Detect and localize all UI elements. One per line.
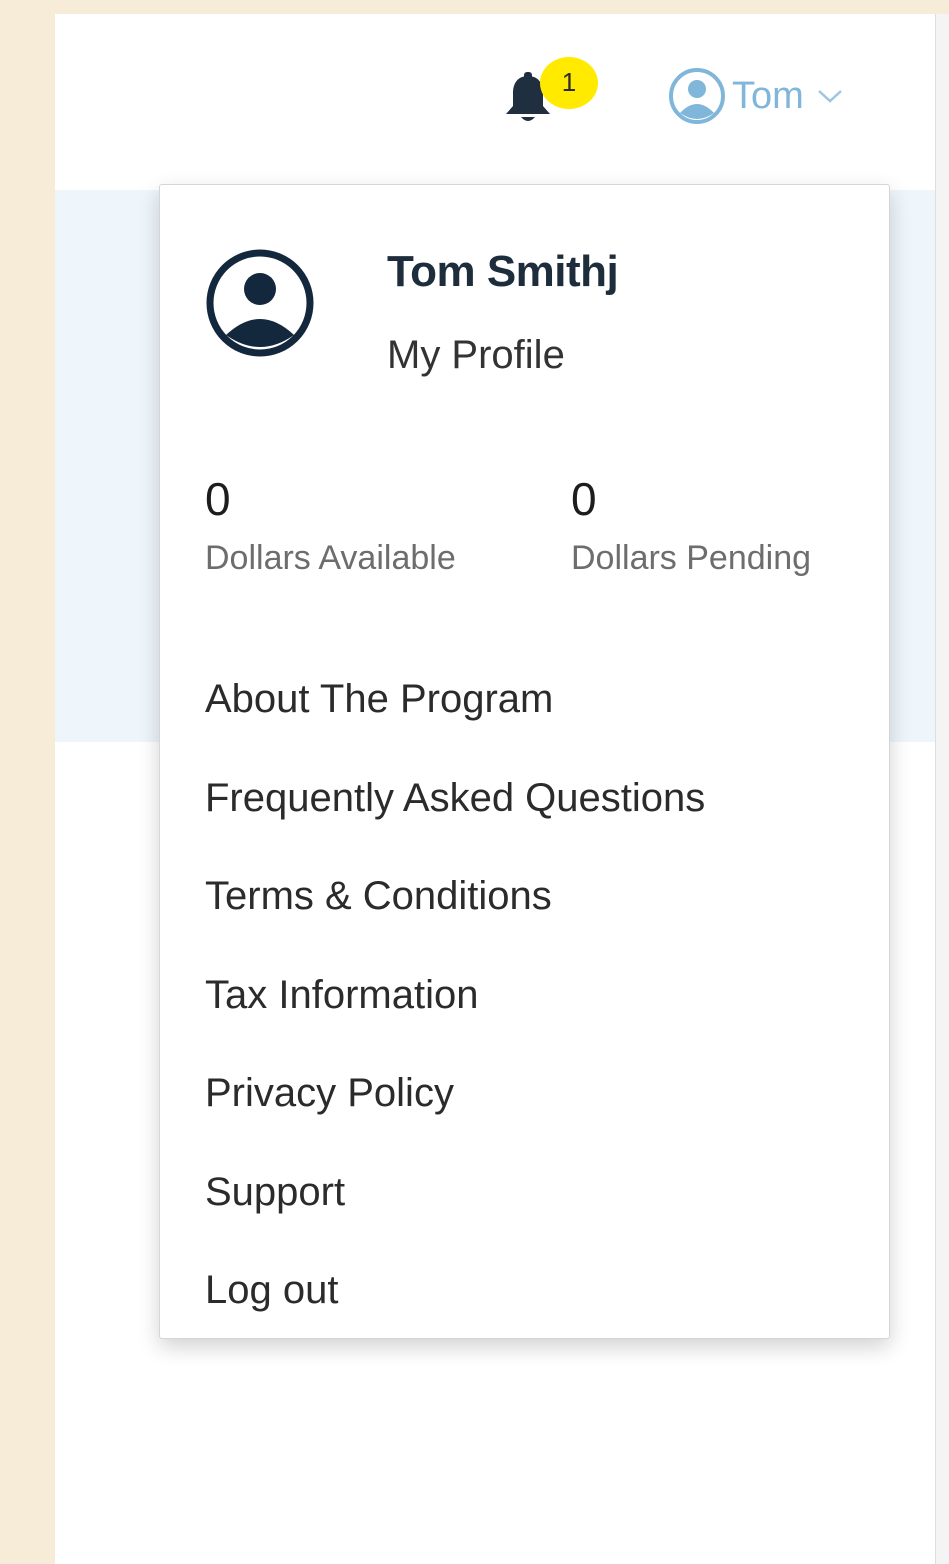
dollars-pending-stat: 0 Dollars Pending <box>571 473 811 578</box>
window-edge <box>935 14 949 1564</box>
profile-avatar-icon <box>206 249 314 357</box>
menu-item-about-the-program[interactable]: About The Program <box>205 671 705 770</box>
my-profile-link[interactable]: My Profile <box>387 333 565 378</box>
menu-item-terms-conditions[interactable]: Terms & Conditions <box>205 868 705 967</box>
user-menu-toggle[interactable]: Tom <box>668 66 844 126</box>
dollars-pending-label: Dollars Pending <box>571 539 812 577</box>
menu-item-faq[interactable]: Frequently Asked Questions <box>205 770 705 869</box>
dollars-pending-value: 0 <box>571 473 597 525</box>
menu-item-privacy-policy[interactable]: Privacy Policy <box>205 1065 705 1164</box>
menu-item-support[interactable]: Support <box>205 1164 705 1263</box>
notification-count-badge: 1 <box>540 57 598 109</box>
user-circle-icon <box>669 68 725 124</box>
menu-item-tax-information[interactable]: Tax Information <box>205 967 705 1066</box>
profile-full-name: Tom Smithj <box>387 247 619 296</box>
dropdown-menu-list: About The Program Frequently Asked Quest… <box>205 671 705 1361</box>
dollars-available-value: 0 <box>205 473 231 525</box>
user-dropdown-menu: Tom Smithj My Profile 0 Dollars Availabl… <box>159 184 890 1339</box>
menu-item-log-out[interactable]: Log out <box>205 1262 705 1361</box>
chevron-down-icon <box>817 90 842 103</box>
user-menu-name: Tom <box>732 74 804 117</box>
dollars-available-stat: 0 Dollars Available <box>205 473 456 578</box>
dollars-available-label: Dollars Available <box>205 539 456 577</box>
